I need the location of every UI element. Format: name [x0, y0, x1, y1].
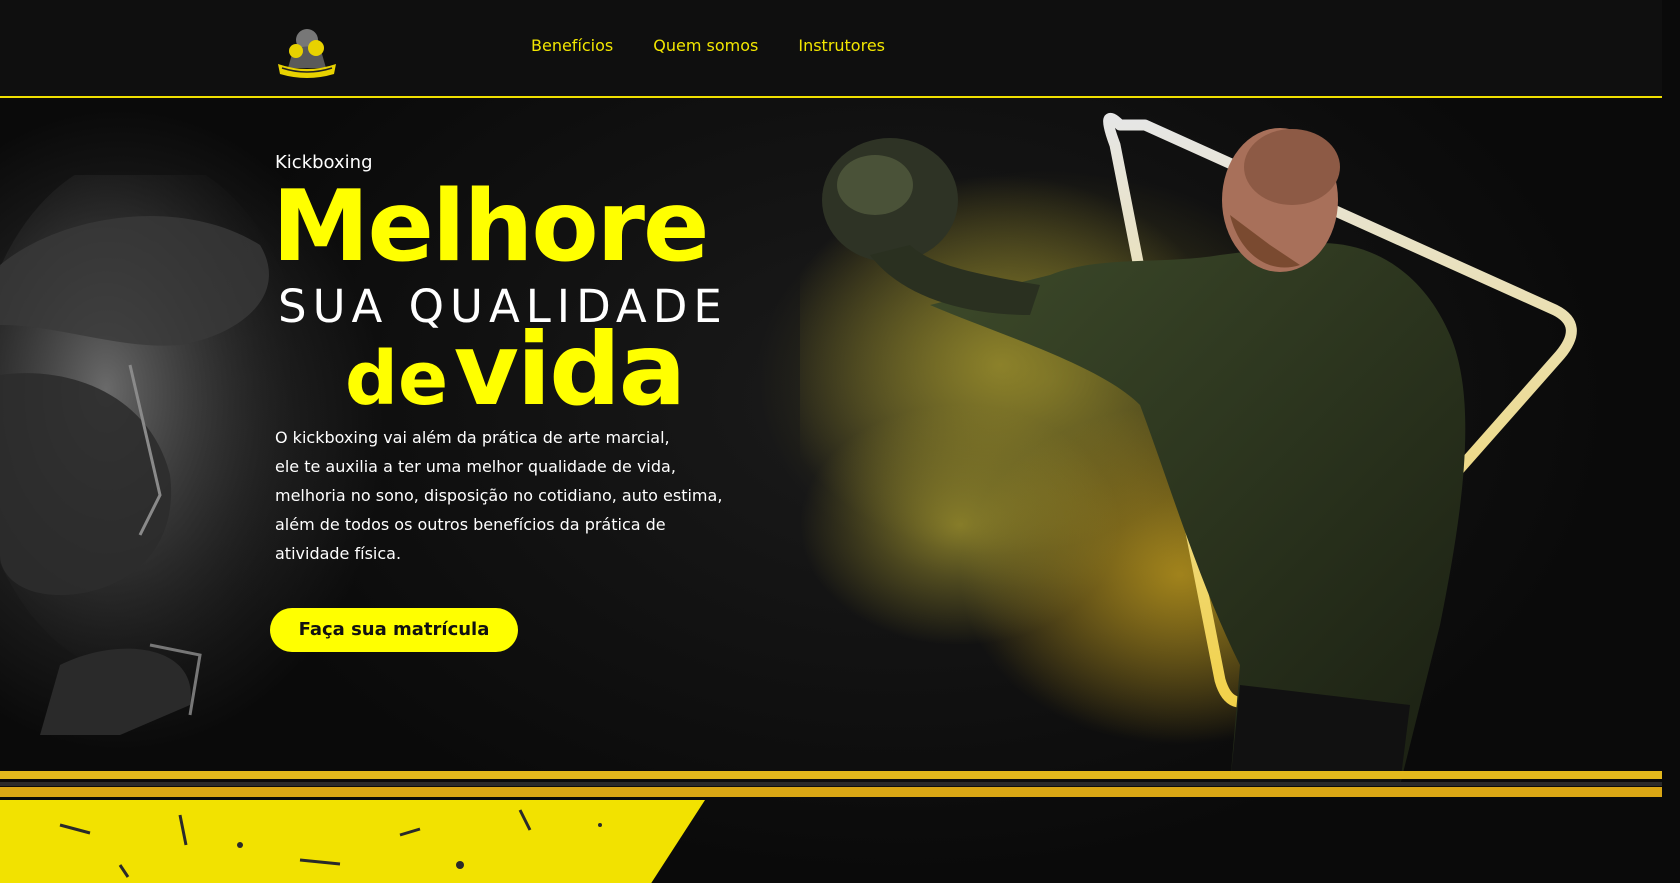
hero-description-line: ele te auxilia a ter uma melhor qualidad… [275, 457, 676, 476]
bottom-stripe-decoration [0, 771, 1662, 883]
boxer-logo-icon[interactable] [272, 18, 342, 82]
hero-headline-line1: Melhore [272, 170, 709, 284]
hero-boxer-image [800, 112, 1577, 785]
enroll-button[interactable]: Faça sua matrícula [270, 608, 518, 652]
hero-headline-vida: vida [453, 311, 687, 428]
landing-page: Benefícios Quem somos Instrutores Kickbo… [0, 0, 1680, 883]
nav-link-instrutores[interactable]: Instrutores [798, 36, 885, 55]
hero-description-line: melhoria no sono, disposição no cotidian… [275, 486, 723, 505]
site-header: Benefícios Quem somos Instrutores [0, 0, 1662, 98]
hero-description: O kickboxing vai além da prática de arte… [275, 423, 745, 568]
hero-description-line: além de todos os outros benefícios da pr… [275, 515, 666, 534]
hero-description-line: atividade física. [275, 544, 402, 563]
nav-link-beneficios[interactable]: Benefícios [531, 36, 613, 55]
hero-headline-de: de [345, 336, 449, 422]
main-nav: Benefícios Quem somos Instrutores [531, 36, 885, 55]
hero-description-line: O kickboxing vai além da prática de arte… [275, 428, 670, 447]
left-boxer-silhouette [0, 175, 290, 735]
nav-link-quem-somos[interactable]: Quem somos [653, 36, 758, 55]
